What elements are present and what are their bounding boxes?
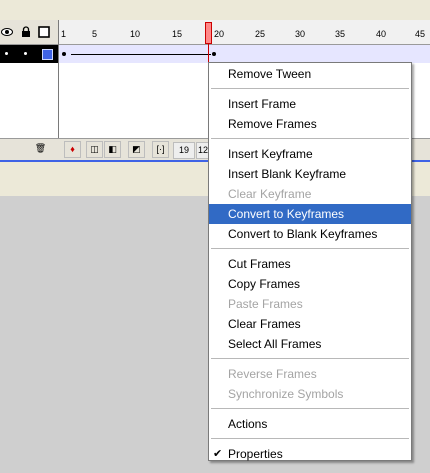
start-keyframe[interactable] (62, 52, 66, 56)
current-frame-readout: 19 (173, 142, 195, 159)
menu-separator (211, 88, 409, 90)
eye-icon[interactable] (1, 26, 13, 38)
onion-outlines-icon[interactable]: ◧ (104, 141, 121, 158)
ruler-label: 1 (61, 29, 67, 39)
end-keyframe[interactable] (212, 52, 216, 56)
layer-header (0, 20, 58, 45)
layer-color-swatch[interactable] (42, 49, 53, 60)
menu-item-reverse-frames: Reverse Frames (228, 367, 317, 381)
frame-context-menu: Remove Tween Insert Frame Remove Frames … (208, 62, 412, 461)
ruler-label: 25 (255, 29, 266, 39)
delete-layer-icon[interactable]: 🗑 (32, 141, 49, 158)
onion-skin-icon[interactable]: ◫ (86, 141, 103, 158)
menu-item-remove-frames[interactable]: Remove Frames (209, 114, 411, 134)
outline-icon[interactable] (38, 26, 50, 38)
ruler-label: 15 (172, 29, 183, 39)
menu-separator (211, 248, 409, 250)
ruler-label: 5 (92, 29, 98, 39)
menu-item-clear-keyframe: Clear Keyframe (228, 187, 312, 201)
visibility-dot[interactable] (5, 52, 8, 55)
ruler-label: 45 (415, 29, 426, 39)
tween-span[interactable] (59, 45, 430, 63)
ruler-label: 30 (295, 29, 306, 39)
tween-arrow (71, 54, 211, 55)
timeline-top-strip (0, 0, 430, 21)
menu-item-convert-to-blank-keyframes[interactable]: Convert to Blank Keyframes (209, 224, 411, 244)
menu-separator (211, 358, 409, 360)
menu-item-select-all-frames[interactable]: Select All Frames (209, 334, 411, 354)
menu-item-convert-to-keyframes[interactable]: Convert to Keyframes (209, 204, 411, 224)
menu-item-synchronize-symbols: Synchronize Symbols (228, 387, 344, 401)
menu-item-clear-frames[interactable]: Clear Frames (209, 314, 411, 334)
lock-dot[interactable] (24, 52, 27, 55)
layer-row[interactable] (0, 45, 58, 63)
lock-icon[interactable] (20, 26, 32, 38)
menu-item-insert-frame[interactable]: Insert Frame (209, 94, 411, 114)
menu-item-properties[interactable]: ✔ Properties (209, 444, 411, 464)
ruler-label: 40 (376, 29, 387, 39)
menu-item-properties-label: Properties (228, 447, 283, 461)
edit-multiple-frames-icon[interactable]: ◩ (128, 141, 145, 158)
menu-item-copy-frames[interactable]: Copy Frames (209, 274, 411, 294)
checkmark-icon: ✔ (213, 448, 223, 460)
layer-panel (0, 20, 59, 138)
menu-item-cut-frames[interactable]: Cut Frames (209, 254, 411, 274)
ruler-label: 10 (130, 29, 141, 39)
menu-separator (211, 408, 409, 410)
menu-item-actions[interactable]: Actions (209, 414, 411, 434)
ruler-label: 20 (214, 29, 225, 39)
menu-item-insert-keyframe[interactable]: Insert Keyframe (209, 144, 411, 164)
menu-item-remove-tween[interactable]: Remove Tween (209, 64, 411, 84)
menu-item-paste-frames: Paste Frames (228, 297, 303, 311)
modify-markers-icon[interactable]: [·] (152, 141, 169, 158)
center-frame-icon[interactable]: ♦ (64, 141, 81, 158)
playhead[interactable] (205, 22, 212, 44)
menu-separator (211, 438, 409, 440)
menu-separator (211, 138, 409, 140)
frame-ruler[interactable]: 1 5 10 15 20 25 30 35 40 45 (59, 20, 430, 45)
ruler-label: 35 (335, 29, 346, 39)
menu-item-insert-blank-keyframe[interactable]: Insert Blank Keyframe (209, 164, 411, 184)
